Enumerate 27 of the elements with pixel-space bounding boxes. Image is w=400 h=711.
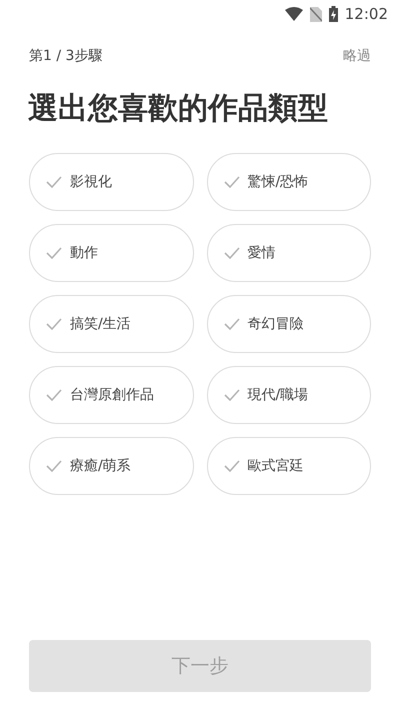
genre-option[interactable]: 台灣原創作品 (29, 366, 194, 424)
checkmark-icon (46, 247, 62, 259)
checkmark-icon (224, 318, 240, 330)
wifi-icon (284, 7, 303, 21)
genre-option[interactable]: 現代/職場 (206, 366, 371, 424)
clock-time: 12:02 (344, 4, 388, 25)
battery-charging-icon (328, 6, 338, 22)
checkmark-icon (46, 176, 62, 188)
no-sim-icon (310, 6, 322, 22)
genre-option[interactable]: 療癒/萌系 (29, 437, 194, 495)
genre-option[interactable]: 影視化 (29, 153, 194, 211)
page-title: 選出您喜歡的作品類型 (27, 90, 329, 128)
checkmark-icon (224, 247, 240, 259)
genre-option[interactable]: 動作 (29, 224, 194, 282)
checkmark-icon (46, 318, 62, 330)
checkmark-icon (224, 176, 240, 188)
checkmark-icon (224, 389, 240, 401)
checkmark-icon (46, 389, 62, 401)
skip-link[interactable]: 略過 (343, 46, 371, 67)
step-indicator: 第1 / 3步驟 (29, 47, 102, 66)
genre-option[interactable]: 搞笑/生活 (29, 295, 194, 353)
genre-option[interactable]: 愛情 (206, 224, 371, 282)
genre-option[interactable]: 驚悚/恐怖 (206, 153, 371, 211)
checkmark-icon (224, 460, 240, 472)
genre-option[interactable]: 歐式宮廷 (206, 437, 371, 495)
checkmark-icon (46, 460, 62, 472)
genre-option[interactable]: 奇幻冒險 (206, 295, 371, 353)
